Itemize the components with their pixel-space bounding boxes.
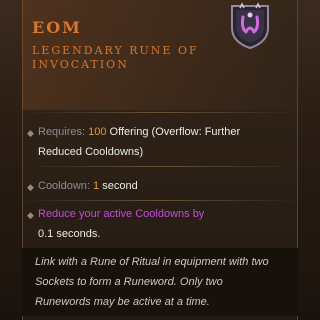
bullet-icon: ◆ <box>27 182 34 192</box>
bullet-icon: ◆ <box>27 210 34 220</box>
item-type: LEGENDARY RUNE OF INVOCATION <box>32 44 222 72</box>
item-tooltip: EOM LEGENDARY RUNE OF INVOCATION ◆ Requi… <box>0 0 320 320</box>
flavor-line2: Sockets to form a Runeword. Only two <box>35 276 223 288</box>
effect-unit: seconds. <box>53 228 101 240</box>
flavor-line1: Link with a Rune of Ritual in equipment … <box>35 256 269 268</box>
cooldown-unit: second <box>99 180 138 192</box>
item-name: EOM <box>32 18 82 37</box>
separator <box>22 166 298 167</box>
item-type-line2: INVOCATION <box>32 58 129 71</box>
effect-line1: Reduce your active Cooldowns by <box>38 208 205 220</box>
item-type-line1: LEGENDARY RUNE OF <box>32 44 199 57</box>
requires-line2: Reduced Cooldowns) <box>38 146 144 158</box>
requires-label: Requires: <box>38 126 89 138</box>
requires-text: Offering (Overflow: Further <box>106 126 241 138</box>
flavor-line3: Runewords may be active at a time. <box>35 296 210 308</box>
rune-eom-icon <box>231 2 269 50</box>
bullet-icon: ◆ <box>27 128 34 138</box>
cooldown-line: Cooldown: 1 second <box>38 180 138 192</box>
effect-value: 0.1 <box>38 228 54 240</box>
separator <box>22 200 298 201</box>
cooldown-label: Cooldown: <box>38 180 94 192</box>
effect-line2: 0.1 seconds. <box>38 228 100 240</box>
separator <box>22 112 298 113</box>
requires-line1: Requires: 100 Offering (Overflow: Furthe… <box>38 126 240 138</box>
requires-amount: 100 <box>88 126 107 138</box>
